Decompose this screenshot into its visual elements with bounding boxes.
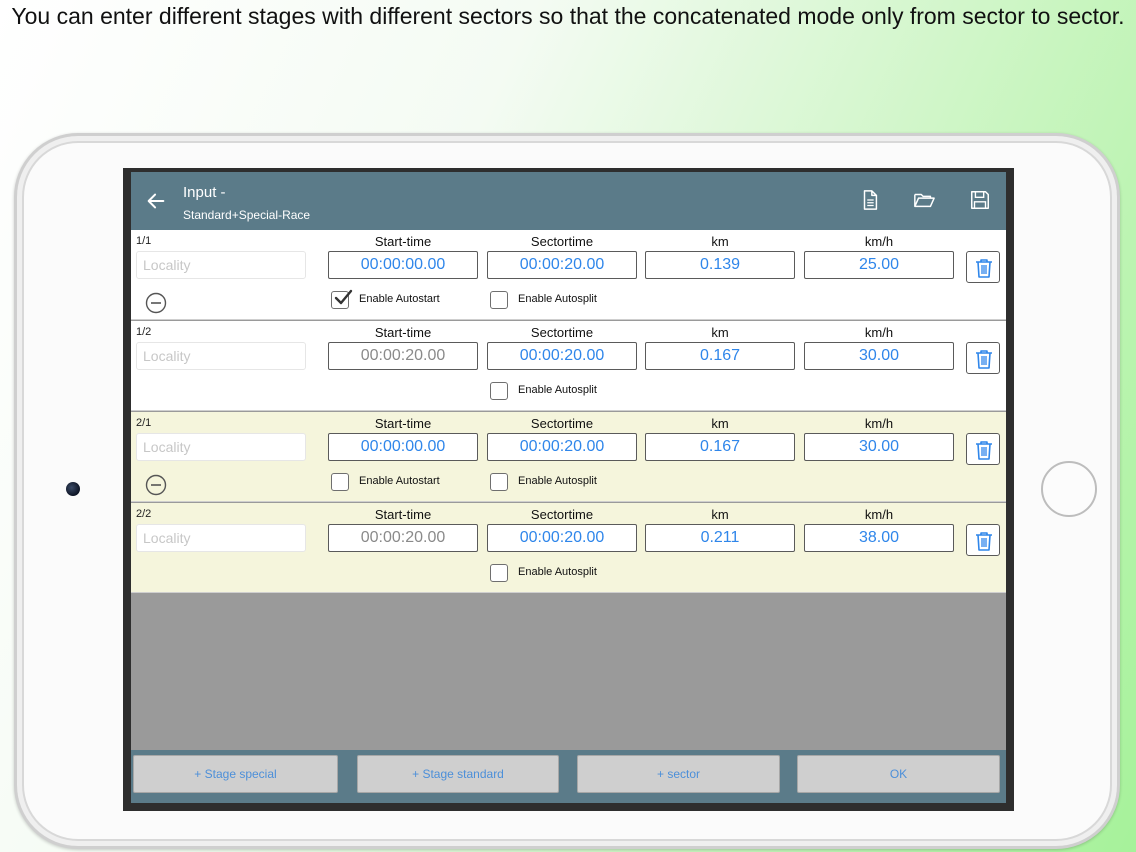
start-time-field[interactable]: 00:00:00.00 — [328, 433, 478, 461]
locality-input[interactable] — [136, 251, 306, 279]
row-id: 2/1 — [136, 417, 152, 429]
trash-icon — [976, 532, 992, 551]
folder-open-icon[interactable] — [913, 189, 935, 211]
sectortime-label: Sectortime — [530, 507, 594, 522]
camera-icon — [66, 482, 80, 496]
row-id: 1/1 — [136, 235, 152, 247]
kmh-field[interactable]: 25.00 — [804, 251, 954, 279]
add-stage-standard-button[interactable]: + Stage standard — [357, 755, 559, 793]
km-label: km — [711, 234, 729, 249]
autostart-checkbox[interactable] — [331, 289, 353, 309]
km-field[interactable]: 0.167 — [645, 342, 795, 370]
autostart-label: Enable Autostart — [359, 293, 440, 305]
stage-row-1-1: 1/1 Start-time Sectortime km km/h 00:00:… — [131, 230, 1006, 320]
stage-row-2-1: 2/1 Start-time Sectortime km km/h 00:00:… — [131, 412, 1006, 502]
start-time-field[interactable]: 00:00:00.00 — [328, 251, 478, 279]
sectortime-field[interactable]: 00:00:20.00 — [487, 251, 637, 279]
caption-text: You can enter different stages with diff… — [11, 3, 1125, 29]
delete-button[interactable] — [966, 433, 1000, 465]
row-id: 1/2 — [136, 326, 152, 338]
km-field[interactable]: 0.139 — [645, 251, 795, 279]
autosplit-label: Enable Autosplit — [518, 475, 597, 487]
sectortime-label: Sectortime — [530, 325, 594, 340]
app-header: Input - Standard+Special-Race — [131, 172, 1006, 230]
kmh-label: km/h — [864, 325, 894, 340]
trash-icon — [976, 441, 992, 460]
sectortime-label: Sectortime — [530, 234, 594, 249]
ok-button[interactable]: OK — [797, 755, 1000, 793]
remove-stage-icon[interactable] — [145, 292, 167, 314]
km-label: km — [711, 325, 729, 340]
autosplit-label: Enable Autosplit — [518, 384, 597, 396]
autosplit-checkbox[interactable] — [490, 291, 508, 309]
home-button[interactable] — [1041, 461, 1097, 517]
km-field[interactable]: 0.211 — [645, 524, 795, 552]
sectortime-field[interactable]: 00:00:20.00 — [487, 342, 637, 370]
locality-input[interactable] — [136, 524, 306, 552]
kmh-field[interactable]: 38.00 — [804, 524, 954, 552]
locality-input[interactable] — [136, 433, 306, 461]
start-time-label: Start-time — [374, 325, 432, 340]
autosplit-label: Enable Autosplit — [518, 293, 597, 305]
stage-row-2-2: 2/2 Start-time Sectortime km km/h 00:00:… — [131, 503, 1006, 593]
kmh-field[interactable]: 30.00 — [804, 342, 954, 370]
document-icon[interactable] — [859, 189, 881, 211]
autosplit-label: Enable Autosplit — [518, 566, 597, 578]
autostart-label: Enable Autostart — [359, 475, 440, 487]
checkmark-icon — [334, 289, 353, 305]
start-time-label: Start-time — [374, 507, 432, 522]
page-title: Input - — [183, 184, 226, 201]
trash-icon — [976, 259, 992, 278]
sectortime-field[interactable]: 00:00:20.00 — [487, 433, 637, 461]
km-field[interactable]: 0.167 — [645, 433, 795, 461]
autosplit-checkbox[interactable] — [490, 382, 508, 400]
start-time-label: Start-time — [374, 234, 432, 249]
km-label: km — [711, 416, 729, 431]
add-stage-special-button[interactable]: + Stage special — [133, 755, 338, 793]
start-time-field: 00:00:20.00 — [328, 524, 478, 552]
start-time-label: Start-time — [374, 416, 432, 431]
delete-button[interactable] — [966, 524, 1000, 556]
locality-input[interactable] — [136, 342, 306, 370]
app-screen: Input - Standard+Special-Race 1/1 Start-… — [123, 168, 1014, 811]
start-time-field: 00:00:20.00 — [328, 342, 478, 370]
stage-list: 1/1 Start-time Sectortime km km/h 00:00:… — [131, 230, 1006, 750]
autosplit-checkbox[interactable] — [490, 564, 508, 582]
remove-stage-icon[interactable] — [145, 474, 167, 496]
autosplit-checkbox[interactable] — [490, 473, 508, 491]
km-label: km — [711, 507, 729, 522]
sectortime-label: Sectortime — [530, 416, 594, 431]
row-id: 2/2 — [136, 508, 152, 520]
bottom-toolbar: + Stage special + Stage standard + secto… — [131, 750, 1006, 803]
kmh-field[interactable]: 30.00 — [804, 433, 954, 461]
page-subtitle: Standard+Special-Race — [183, 208, 311, 222]
kmh-label: km/h — [864, 416, 894, 431]
sectortime-field[interactable]: 00:00:20.00 — [487, 524, 637, 552]
stage-row-1-2: 1/2 Start-time Sectortime km km/h 00:00:… — [131, 321, 1006, 411]
kmh-label: km/h — [864, 234, 894, 249]
delete-button[interactable] — [966, 342, 1000, 374]
trash-icon — [976, 350, 992, 369]
save-icon[interactable] — [969, 189, 991, 211]
kmh-label: km/h — [864, 507, 894, 522]
back-arrow-icon[interactable] — [145, 190, 167, 212]
delete-button[interactable] — [966, 251, 1000, 283]
autostart-checkbox[interactable] — [331, 473, 349, 491]
add-sector-button[interactable]: + sector — [577, 755, 780, 793]
